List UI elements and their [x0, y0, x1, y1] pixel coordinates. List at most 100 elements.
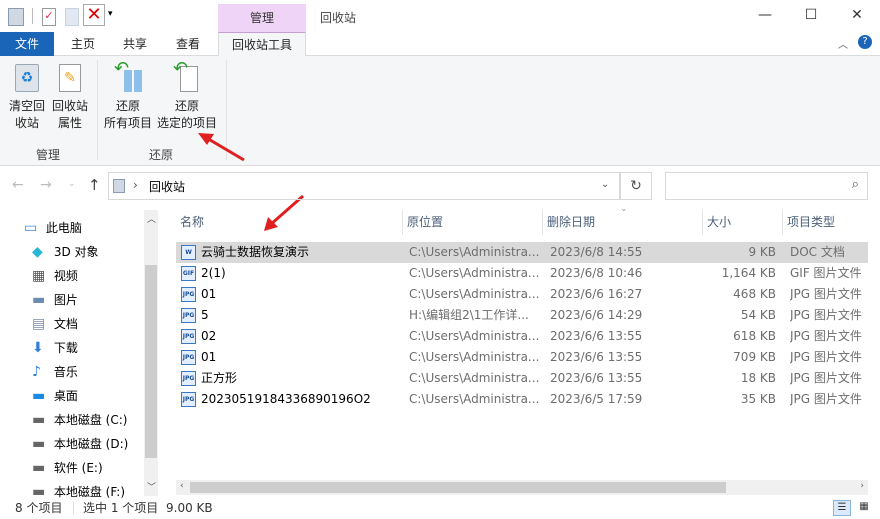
- file-size: 468 KB: [733, 287, 776, 301]
- scroll-thumb[interactable]: [190, 482, 726, 493]
- file-row[interactable]: W 云骑士数据恢复演示 C:\Users\Administra... 2023/…: [176, 242, 868, 263]
- file-deleted-date: 2023/6/6 14:29: [550, 308, 643, 322]
- column-header-location[interactable]: 原位置: [403, 210, 543, 235]
- file-location: C:\Users\Administra...: [409, 392, 540, 406]
- nav-item[interactable]: ◆ 3D 对象: [32, 240, 99, 264]
- file-row[interactable]: JPG 20230519184336890196O2 C:\Users\Admi…: [176, 389, 868, 410]
- nav-item-label: 桌面: [53, 389, 78, 403]
- selected-count: 选中 1 个项目: [83, 501, 159, 515]
- nav-item[interactable]: ▭ 此电脑: [24, 216, 82, 240]
- file-deleted-date: 2023/6/6 13:55: [550, 350, 643, 364]
- file-type-icon: JPG: [181, 308, 196, 323]
- file-row[interactable]: JPG 01 C:\Users\Administra... 2023/6/6 1…: [176, 347, 868, 368]
- large-icons-view-button[interactable]: ▦: [855, 500, 873, 516]
- file-name: 2(1): [201, 266, 226, 280]
- music-icon: ♪: [32, 364, 41, 380]
- nav-scrollbar[interactable]: ︿ ﹀: [144, 210, 158, 496]
- file-location: C:\Users\Administra...: [409, 371, 540, 385]
- nav-item-label: 图片: [53, 293, 78, 307]
- sort-indicator-icon: ⌄: [620, 204, 628, 214]
- file-row[interactable]: JPG 01 C:\Users\Administra... 2023/6/6 1…: [176, 284, 868, 305]
- file-row[interactable]: JPG 正方形 C:\Users\Administra... 2023/6/6 …: [176, 368, 868, 389]
- file-size: 54 KB: [740, 308, 776, 322]
- file-type: JPG 图片文件: [790, 329, 862, 343]
- file-type-icon: GIF: [181, 266, 196, 281]
- file-name: 5: [201, 308, 209, 322]
- breadcrumb-recycle-bin[interactable]: 回收站: [149, 178, 185, 195]
- item-count: 8 个项目: [15, 501, 63, 515]
- file-size: 9 KB: [748, 245, 776, 259]
- navigation-pane: ▭ 此电脑 ◆ 3D 对象 ▦ 视频 ▬ 图片 ▤ 文档 ⬇ 下载 ♪ 音乐 ▬ 桌面 ▬ 本地…: [0, 210, 158, 500]
- file-type: GIF 图片文件: [790, 266, 862, 280]
- file-type: DOC 文档: [790, 245, 845, 259]
- divider: [73, 502, 74, 514]
- file-type: JPG 图片文件: [790, 308, 862, 322]
- pictures-icon: ▬: [32, 292, 46, 308]
- selected-size: 9.00 KB: [166, 501, 213, 515]
- file-type: JPG 图片文件: [790, 392, 862, 406]
- scroll-up-icon[interactable]: ︿: [147, 212, 156, 225]
- download-icon: ⬇: [32, 340, 44, 356]
- nav-item[interactable]: ♪ 音乐: [32, 360, 78, 384]
- file-deleted-date: 2023/6/8 14:55: [550, 245, 643, 259]
- nav-item[interactable]: ▤ 文档: [32, 312, 78, 336]
- file-type-icon: W: [181, 245, 196, 260]
- address-bar[interactable]: › 回收站 ⌄: [108, 172, 620, 200]
- search-input[interactable]: ⌕: [665, 172, 868, 200]
- address-dropdown-icon[interactable]: ⌄: [601, 179, 609, 190]
- file-type: JPG 图片文件: [790, 371, 862, 385]
- file-row[interactable]: JPG 02 C:\Users\Administra... 2023/6/6 1…: [176, 326, 868, 347]
- file-location: H:\编辑组2\1工作详...: [409, 308, 529, 322]
- file-size: 1,164 KB: [721, 266, 776, 280]
- back-button[interactable]: ←: [12, 177, 24, 193]
- forward-button[interactable]: →: [40, 177, 52, 193]
- scroll-left-icon[interactable]: ‹: [180, 481, 184, 491]
- column-header-name[interactable]: 名称: [176, 210, 403, 235]
- file-type-icon: JPG: [181, 350, 196, 365]
- nav-item[interactable]: ▦ 视频: [32, 264, 78, 288]
- details-view-button[interactable]: ☰: [833, 500, 851, 516]
- annotation-arrowhead: [198, 133, 214, 145]
- file-name: 02: [201, 329, 217, 343]
- breadcrumb-separator-icon: ›: [133, 178, 138, 192]
- nav-item[interactable]: ▬ 软件 (E:): [32, 456, 103, 480]
- recent-locations-icon[interactable]: ⌄: [68, 179, 76, 189]
- status-bar: 8 个项目 选中 1 个项目 9.00 KB ☰ ▦: [0, 497, 880, 519]
- horizontal-scrollbar[interactable]: ‹ ›: [176, 480, 868, 495]
- column-header-type[interactable]: 项目类型: [783, 210, 868, 235]
- annotation-arrow: [204, 135, 245, 162]
- scroll-down-icon[interactable]: ﹀: [147, 480, 156, 493]
- nav-item[interactable]: ▬ 本地磁盘 (C:): [32, 408, 127, 432]
- up-button[interactable]: ↑: [88, 176, 101, 194]
- file-size: 618 KB: [733, 329, 776, 343]
- drive-icon: ▬: [32, 436, 46, 452]
- drive-icon: ▬: [32, 412, 46, 428]
- file-name: 01: [201, 350, 217, 364]
- nav-item-label: 音乐: [53, 365, 78, 379]
- nav-item[interactable]: ▬ 桌面: [32, 384, 78, 408]
- drive-icon: ▬: [32, 460, 46, 476]
- file-deleted-date: 2023/6/6 16:27: [550, 287, 643, 301]
- scroll-right-icon[interactable]: ›: [860, 481, 864, 491]
- file-deleted-date: 2023/6/8 10:46: [550, 266, 643, 280]
- column-header-size[interactable]: 大小: [703, 210, 783, 235]
- file-deleted-date: 2023/6/6 13:55: [550, 371, 643, 385]
- file-row[interactable]: GIF 2(1) C:\Users\Administra... 2023/6/8…: [176, 263, 868, 284]
- recycle-bin-icon: [113, 179, 125, 193]
- nav-item[interactable]: ▬ 图片: [32, 288, 78, 312]
- file-size: 18 KB: [740, 371, 776, 385]
- file-location: C:\Users\Administra...: [409, 350, 540, 364]
- file-row[interactable]: JPG 5 H:\编辑组2\1工作详... 2023/6/6 14:29 54 …: [176, 305, 868, 326]
- nav-item-label: 下载: [53, 341, 78, 355]
- nav-item-label: 此电脑: [45, 221, 82, 235]
- documents-icon: ▤: [32, 316, 46, 332]
- nav-item[interactable]: ▬ 本地磁盘 (D:): [32, 432, 128, 456]
- file-type-icon: JPG: [181, 392, 196, 407]
- nav-item-label: 本地磁盘 (D:): [53, 437, 129, 451]
- video-icon: ▦: [32, 268, 46, 284]
- refresh-button[interactable]: ↻: [620, 172, 652, 200]
- scroll-thumb[interactable]: [145, 265, 157, 458]
- nav-item[interactable]: ⬇ 下载: [32, 336, 78, 360]
- pc-icon: ▭: [24, 220, 38, 236]
- file-name: 云骑士数据恢复演示: [201, 245, 310, 259]
